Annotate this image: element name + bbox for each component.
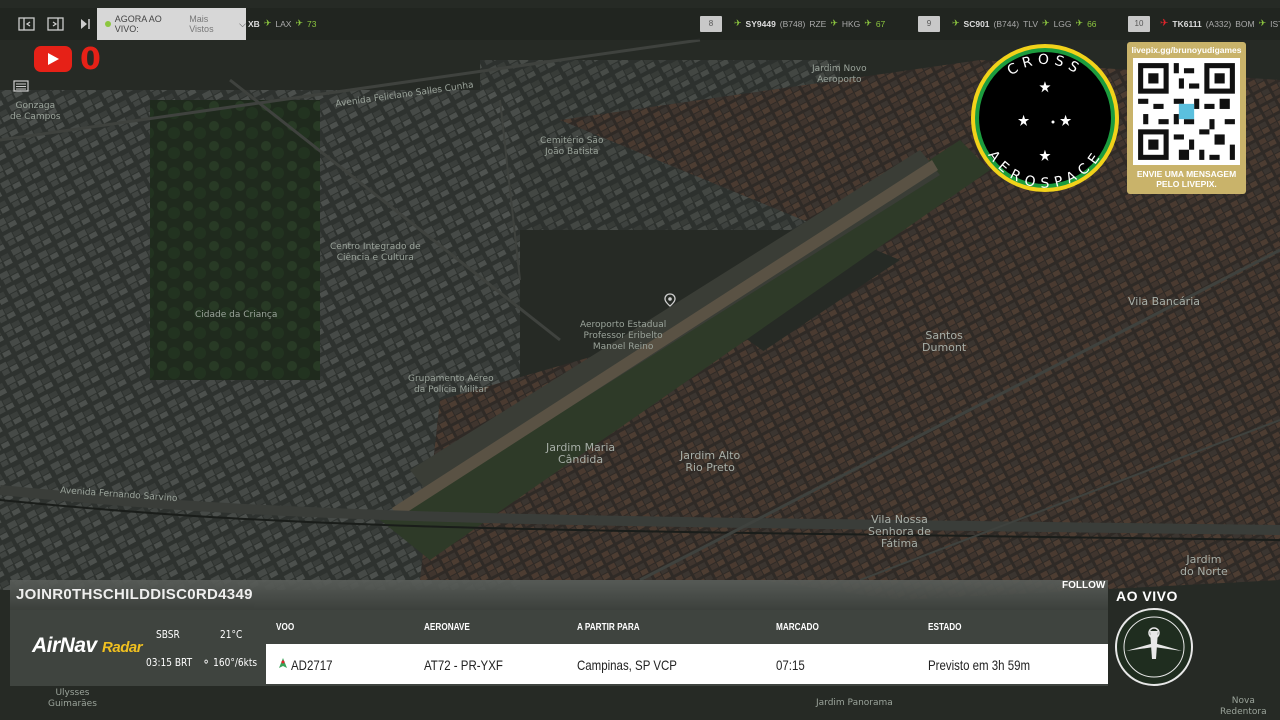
plane-icon: ✈ [1160,18,1169,29]
airport-pin-icon[interactable] [664,293,676,307]
map-label-cidade-crianca: Cidade da Criança [195,310,278,320]
plane-icon: ✈ [295,18,303,28]
map-label-gonzaga: Gonzaga de Campos [10,101,61,122]
ticker-route-from: BOM [1235,18,1255,29]
ticker-code: XB [248,18,260,29]
channel-name: JOINR0THSCHILDDISC0RD4349 [16,586,253,603]
ticker-route-to: LGG [1053,18,1072,29]
plane-icon: ✈ [952,18,960,28]
col-partir: A PARTIR PARA [577,622,640,633]
live-label: AGORA AO VIVO: [114,14,162,34]
cell-partir: Campinas, SP VCP [577,657,677,673]
youtube-logo-icon [34,46,72,72]
flight-marker-icon [279,658,287,668]
wind: ⚬ 160°/6kts [202,655,257,669]
ticker-route-to: HKG [841,18,861,29]
live-now-selector[interactable]: AGORA AO VIVO: Mais Vistos ⌵ [97,8,246,40]
plane-icon: ✈ [263,18,272,28]
map-label-ulysses: Ulysses Guimarães [48,688,97,709]
qr-url: livepix.gg/brunoyudigames [1131,45,1242,55]
col-estado: ESTADO [928,622,962,633]
wind-icon: ⚬ [202,655,211,669]
plane-icon: ✈ [1258,18,1267,28]
airnav-product: Radar [102,639,143,656]
chevron-down-icon: ⌵ [239,18,246,29]
map-label-jardim-maria-candida: Jardim Maria Cândida [546,441,616,466]
skip-forward-icon[interactable] [74,14,96,34]
airnav-flight-panel: JOINR0THSCHILDDISC0RD4349 AirNav Radar S… [10,580,1108,686]
qr-message-line-1: ENVIE UMA MENSAGEM [1136,169,1237,179]
top-ticker-bar: AGORA AO VIVO: Mais Vistos ⌵ XB ✈ LAX ✈ … [0,8,1280,40]
col-aeronave: AERONAVE [424,622,470,633]
follow-button[interactable]: FOLLOW [1062,580,1105,591]
table-header: VOO AERONAVE A PARTIR PARA MARCADO ESTAD… [266,610,1108,644]
ticker-code: SC901 [963,18,990,29]
map-label-aeroporto-estadual: Aeroporto Estadual Professor Eribelto Ma… [580,320,667,352]
ticker-rank: 9 [918,16,940,32]
ticker-route-to: IST [1270,18,1280,29]
youtube-counter: 0 [80,42,101,77]
ao-vivo-label: AO VIVO [1116,588,1178,604]
map-label-vila-nossa: Vila Nossa Senhora de Fátima [868,513,931,550]
map-label-santos-dumont: Santos Dumont [922,329,967,354]
map-label-nova-redentora: Nova Redentora [1220,696,1267,717]
airport-code: SBSR [156,628,180,641]
expand-panel-icon[interactable] [45,14,67,34]
ticker-code: SY9449 [745,18,776,29]
ticker-item-4[interactable]: ✈ TK6111 (A332) BOM ✈ IST [1160,18,1280,29]
live-dot-icon [105,21,111,27]
ticker-value: 73 [306,18,317,29]
table-row[interactable]: AD2717 AT72 - PR-YXF Campinas, SP VCP 07… [266,644,1108,684]
map-label-centro-integrado: Centro Integrado de Ciência e Cultura [330,242,421,263]
ticker-item-1[interactable]: XB ✈ LAX ✈ 73 [248,18,316,29]
map-label-grupamento: Grupamento Aéreo da Polícia Militar [408,374,494,395]
local-time: 03:15 BRT [146,656,193,669]
livepix-qr-panel[interactable]: livepix.gg/brunoyudigames ENVIE UMA MENS… [1127,42,1246,194]
cell-aeronave: AT72 - PR-YXF [424,657,503,673]
plane-icon: ✈ [830,18,838,28]
live-selection: Mais Vistos [189,14,214,34]
plane-icon: ✈ [1075,18,1084,28]
ticker-route-to: LAX [275,18,292,29]
map-label-vila-bancaria: Vila Bancária [1128,295,1200,308]
map-label-jardim-panorama: Jardim Panorama [816,698,893,708]
ticker-extra: (A332) [1205,18,1232,29]
plane-icon: ✈ [734,18,742,28]
qr-message-line-2: PELO LIVEPIX. [1156,179,1217,189]
wind-value: 160°/6kts [213,656,258,669]
ticker-extra: (B748) [779,18,806,29]
panel-header: JOINR0THSCHILDDISC0RD4349 [10,580,1108,610]
cross-aerospace-logo: CROSS AEROSPACE [971,44,1119,192]
ticker-item-2[interactable]: ✈ SY9449 (B748) RZE ✈ HKG ✈ 67 [734,18,885,29]
airnav-logo: AirNav Radar [32,634,143,658]
plane-icon: ✈ [1042,18,1050,28]
cell-marcado: 07:15 [776,657,805,673]
cell-voo: AD2717 [291,657,333,673]
map-label-jardim-novo: Jardim Novo Aeroporto [812,64,867,85]
map-label-jardim-alto: Jardim Alto Rio Preto [680,449,741,474]
temperature: 21°C [220,628,243,641]
qr-message: ENVIE UMA MENSAGEM PELO LIVEPIX. [1127,169,1246,189]
col-marcado: MARCADO [776,622,819,633]
ticker-item-3[interactable]: ✈ SC901 (B744) TLV ✈ LGG ✈ 66 [952,18,1097,29]
col-voo: VOO [276,622,295,633]
ticker-value: 66 [1087,18,1097,29]
ticker-rank: 10 [1128,16,1150,32]
ticker-value: 67 [875,18,886,29]
map-label-jardim-norte: Jardim do Norte [1180,553,1228,578]
map-label-cemiterio: Cemitério São João Batista [540,136,604,157]
ticker-extra: (B744) [993,18,1020,29]
ticker-code: TK6111 [1172,18,1202,29]
ticker-rank: 8 [700,16,722,32]
qr-code-icon [1133,58,1240,165]
ticker-route-from: TLV [1023,18,1039,29]
ticker-route-from: RZE [809,18,827,29]
airnav-brand: AirNav [32,634,97,657]
plane-icon: ✈ [864,18,872,28]
sidebar-collapse-icon[interactable] [16,14,38,34]
layers-icon[interactable] [12,78,30,94]
channel-badge-logo [1115,608,1193,686]
cell-estado: Previsto em 3h 59m [928,657,1031,673]
